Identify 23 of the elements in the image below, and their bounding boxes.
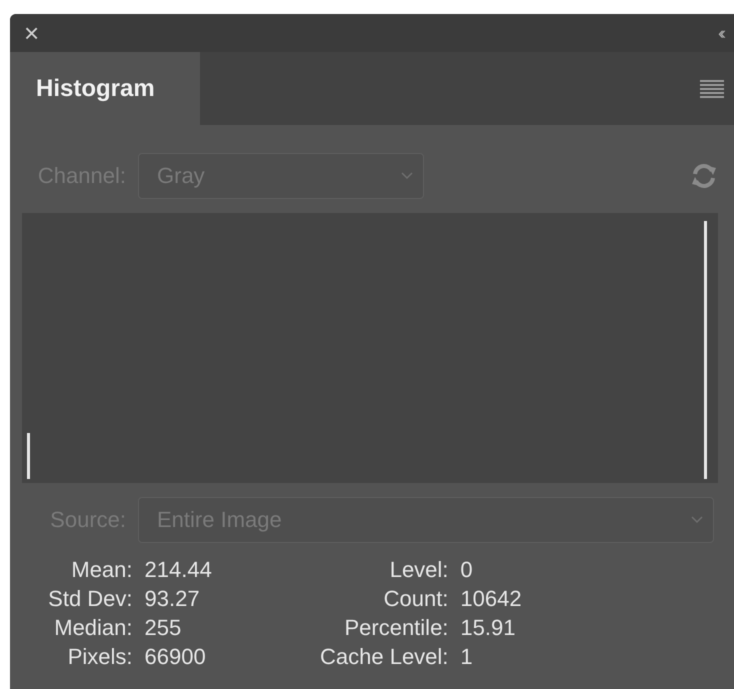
stat-value: 1	[460, 644, 474, 670]
stat-label: Level:	[388, 557, 448, 583]
stat-value: 10642	[460, 586, 522, 612]
stat-label: Std Dev:	[47, 586, 133, 612]
stat-label: Percentile:	[343, 615, 448, 641]
stat-label: Pixels:	[66, 644, 133, 670]
stat-label: Count:	[382, 586, 448, 612]
stat-label: Median:	[53, 615, 133, 641]
stat-value: 93.27	[144, 586, 201, 612]
close-button[interactable]: ×	[24, 20, 40, 46]
stat-label: Mean:	[70, 557, 133, 583]
menu-icon[interactable]	[700, 80, 724, 98]
stat-label: Cache Level:	[320, 644, 448, 670]
stat-value: 214.44	[144, 557, 213, 583]
stat-value: 255	[144, 615, 182, 641]
caret-icon	[401, 172, 413, 180]
collapse-button[interactable]: ‹‹	[718, 22, 722, 44]
refresh-icon[interactable]	[690, 162, 718, 190]
stat-value: 0	[460, 557, 474, 583]
caret-icon	[691, 516, 703, 524]
panel-tab[interactable]: Histogram	[10, 52, 200, 125]
stat-value: 15.91	[460, 615, 516, 641]
stat-value: 66900	[144, 644, 207, 670]
